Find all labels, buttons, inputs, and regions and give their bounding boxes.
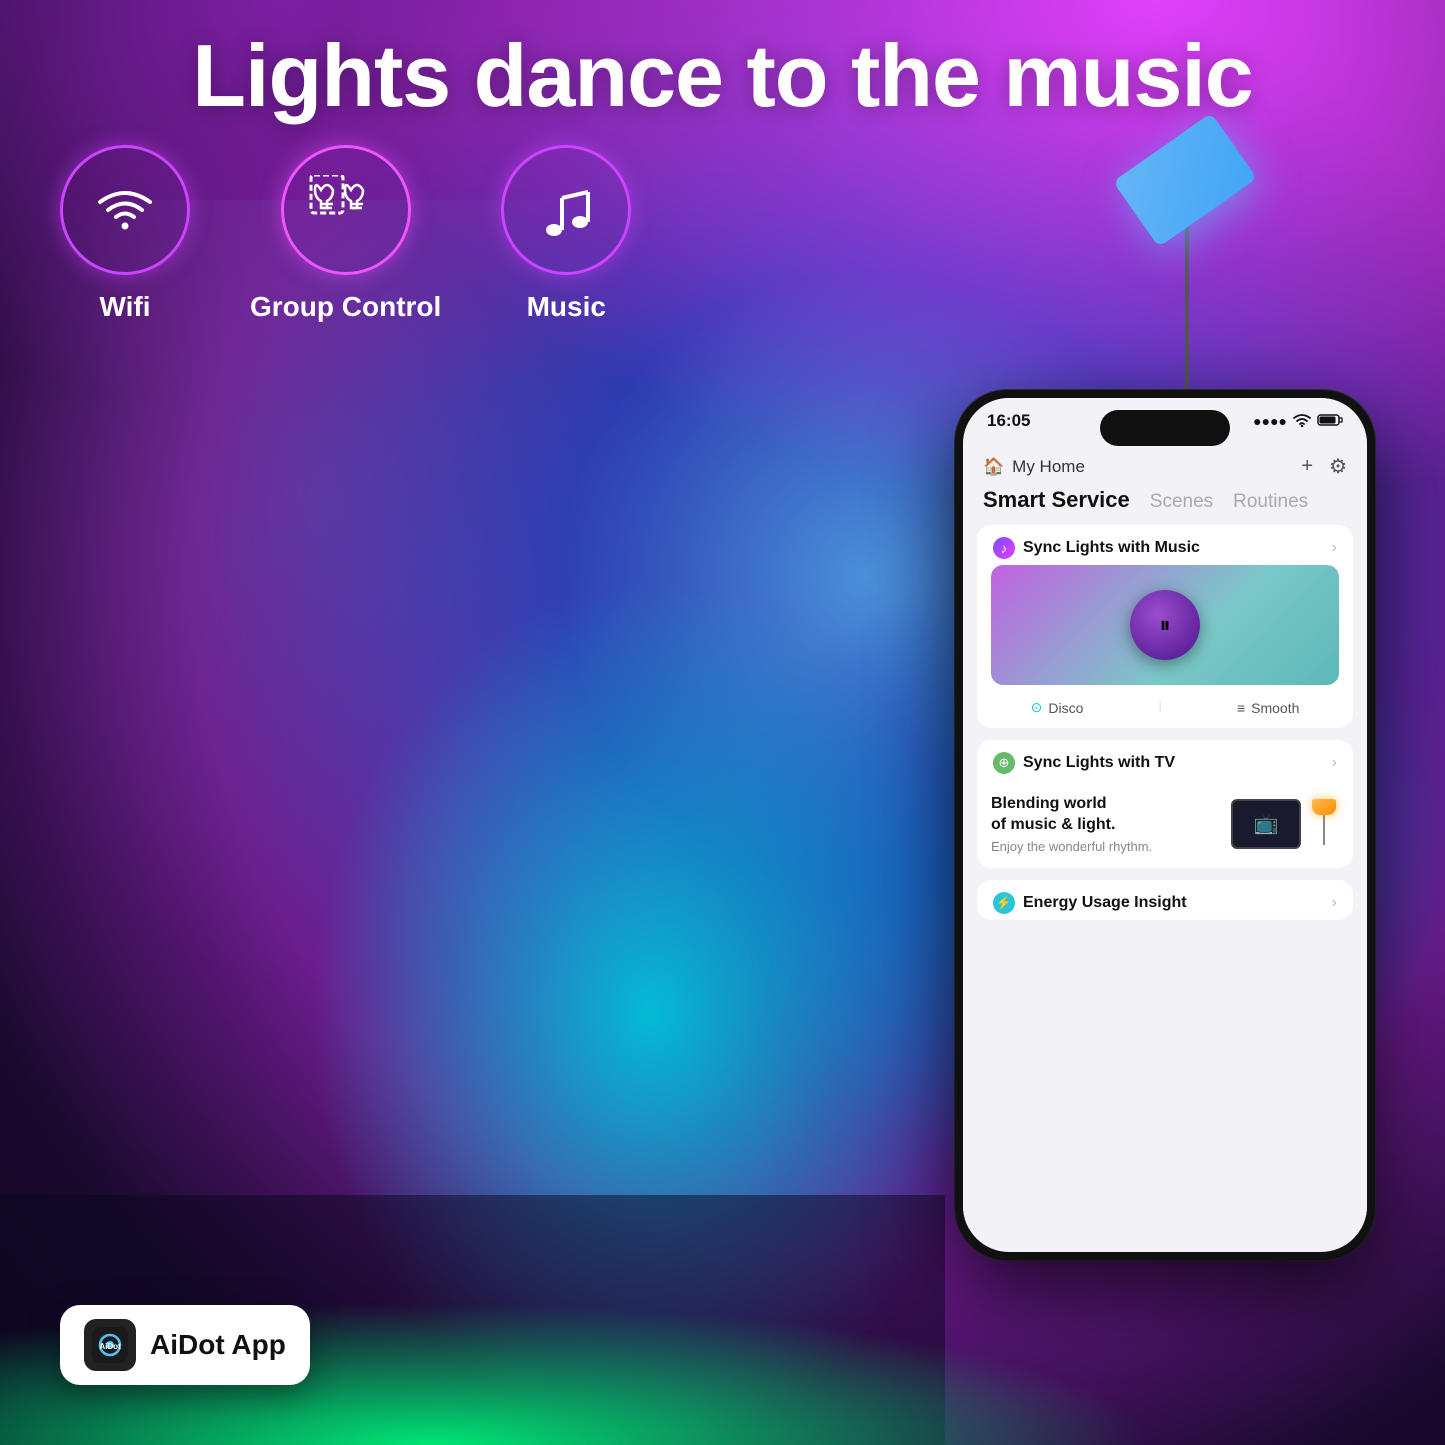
music-circle [501,145,631,275]
tab-bar: Smart Service Scenes Routines [963,487,1367,525]
sync-tv-name[interactable]: Sync Lights with TV [1023,754,1175,772]
status-time: 16:05 [987,411,1030,431]
sync-music-title-row: ♪ Sync Lights with Music [993,537,1200,559]
add-button[interactable]: + [1301,455,1313,478]
energy-header: ⚡ Energy Usage Insight › [977,880,1353,920]
tab-routines[interactable]: Routines [1233,491,1308,513]
group-circle [281,145,411,275]
mode-divider: | [1159,699,1162,716]
sync-tv-title-row: ⊕ Sync Lights with TV [993,752,1175,774]
smooth-label: Smooth [1251,700,1299,716]
energy-row: ⚡ Energy Usage Insight › [977,880,1353,920]
tv-card-title: Blending worldof music & light. [991,794,1219,836]
home-label-row: 🏠 My Home [983,457,1085,477]
battery-icon [1317,413,1343,430]
aidot-app-label: AiDot App [150,1329,286,1361]
tv-card-subtitle: Enjoy the wonderful rhythm. [991,839,1219,854]
feature-wifi: Wifi [60,145,190,323]
tab-scenes[interactable]: Scenes [1150,491,1213,513]
floor-lamp [1125,140,1245,425]
sync-tv-chevron[interactable]: › [1332,754,1337,772]
music-album-art: ⏸ [1130,590,1200,660]
feature-music: Music [501,145,631,323]
status-icons: ●●●● [1253,413,1343,430]
home-icon: 🏠 [983,457,1004,477]
tv-screen: 📺 [1231,799,1301,849]
svg-text:AiDot: AiDot [99,1342,121,1351]
settings-button[interactable]: ⚙ [1329,454,1347,479]
sync-music-chevron[interactable]: › [1332,539,1337,557]
sync-music-name[interactable]: Sync Lights with Music [1023,539,1200,557]
tv-text: Blending worldof music & light. Enjoy th… [991,794,1219,854]
features-row: Wifi Group Control [60,145,631,323]
tv-service-icon-char: ⊕ [999,755,1010,771]
dynamic-island [1100,410,1230,446]
main-content: Lights dance to the music Wifi [0,0,1445,1445]
tv-lamp-pole [1323,815,1325,845]
wifi-icon [90,175,160,245]
tab-smart-service[interactable]: Smart Service [983,487,1130,513]
disco-mode[interactable]: ⊙ Disco [1031,699,1084,716]
sync-tv-icon: ⊕ [993,752,1015,774]
smooth-mode[interactable]: ≡ Smooth [1237,699,1299,716]
music-label: Music [527,291,606,323]
feature-group: Group Control [250,145,441,323]
signal-icon: ●●●● [1253,413,1287,429]
album-pause-icon: ⏸ [1159,612,1170,638]
app-header: 🏠 My Home + ⚙ [963,444,1367,487]
aidot-logo: AiDot [84,1319,136,1371]
sync-music-icon: ♪ [993,537,1015,559]
tv-lamp [1309,799,1339,849]
phone-screen: 16:05 ●●●● [963,398,1367,1252]
music-card: ⏸ [991,565,1339,685]
energy-chevron[interactable]: › [1332,894,1337,912]
group-label: Group Control [250,291,441,323]
music-service-icon-char: ♪ [1001,541,1008,556]
home-label: My Home [1012,457,1085,477]
wifi-status-icon [1293,413,1311,430]
disco-icon: ⊙ [1031,699,1043,716]
smooth-icon: ≡ [1237,700,1245,716]
music-icon [534,178,599,243]
energy-icon-char: ⚡ [996,895,1012,911]
group-icon [306,175,386,245]
sync-tv-row: ⊕ Sync Lights with TV › Blending worldof… [977,740,1353,868]
aidot-logo-icon: AiDot [92,1327,128,1363]
tv-visual: 📺 [1231,799,1339,849]
energy-title-row: ⚡ Energy Usage Insight [993,892,1187,914]
wifi-label: Wifi [99,291,150,323]
scroll-content: ♪ Sync Lights with Music › ⏸ [963,525,1367,1229]
lamp-shade [1113,113,1257,247]
sync-music-row: ♪ Sync Lights with Music › ⏸ [977,525,1353,728]
page-title: Lights dance to the music [0,28,1445,125]
energy-name[interactable]: Energy Usage Insight [1023,894,1187,912]
disco-label: Disco [1048,700,1083,716]
tv-lamp-shade [1312,799,1336,815]
header-actions: + ⚙ [1301,454,1347,479]
sync-music-header: ♪ Sync Lights with Music › [977,525,1353,565]
phone-outer: 16:05 ●●●● [955,390,1375,1260]
aidot-badge: AiDot AiDot App [60,1305,310,1385]
wifi-circle [60,145,190,275]
tv-card-content: Blending worldof music & light. Enjoy th… [977,780,1353,868]
sync-tv-header: ⊕ Sync Lights with TV › [977,740,1353,780]
energy-icon: ⚡ [993,892,1015,914]
phone-mockup: 16:05 ●●●● [955,390,1375,1260]
music-modes: ⊙ Disco | ≡ Smooth [977,691,1353,728]
